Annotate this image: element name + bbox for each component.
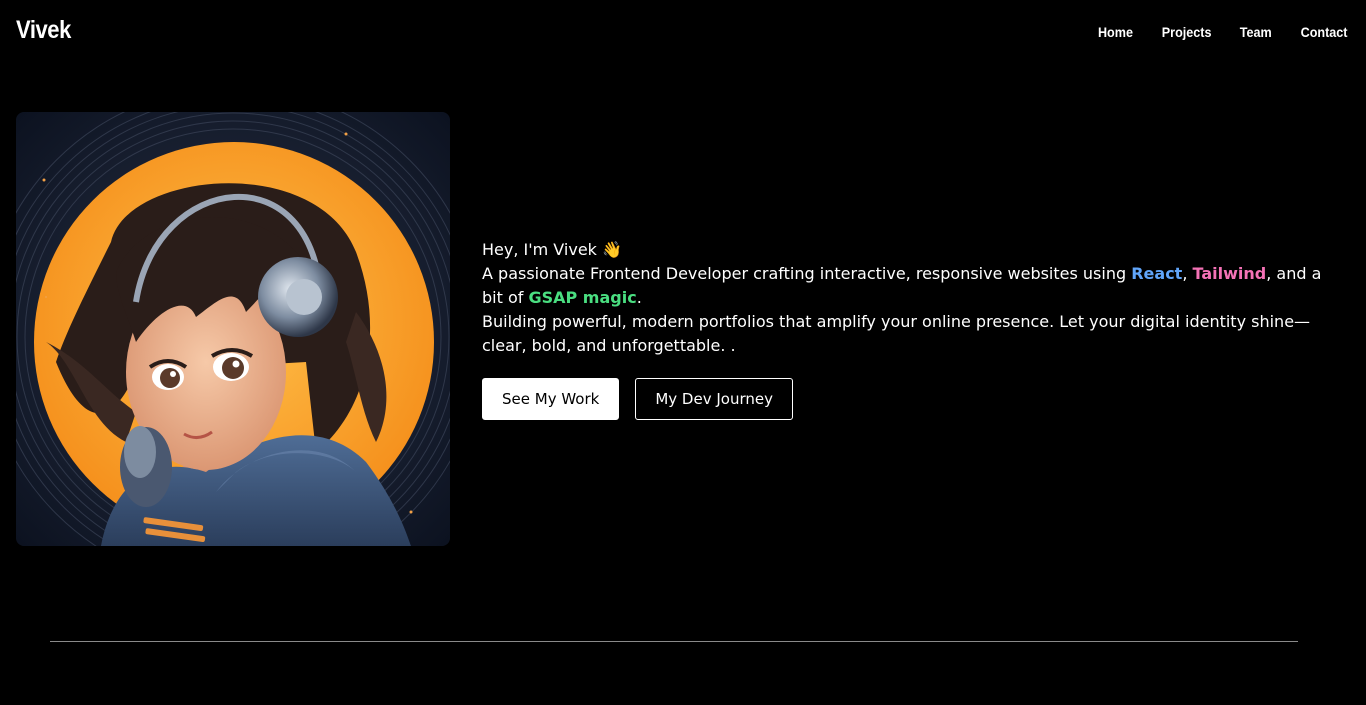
hero-intro-prefix: A passionate Frontend Developer crafting… xyxy=(482,264,1132,283)
hero-intro: A passionate Frontend Developer crafting… xyxy=(482,262,1342,310)
nav-projects-link[interactable]: Projects xyxy=(1162,24,1212,40)
nav-home-link[interactable]: Home xyxy=(1098,24,1133,40)
brand-logo[interactable]: Vivek xyxy=(16,16,71,45)
tech-gsap: GSAP magic xyxy=(528,288,637,307)
my-dev-journey-button[interactable]: My Dev Journey xyxy=(635,378,793,420)
hero-greeting: Hey, I'm Vivek 👋 xyxy=(482,240,622,259)
nav-team-link[interactable]: Team xyxy=(1240,24,1272,40)
nav-contact-link[interactable]: Contact xyxy=(1300,24,1347,40)
hero-avatar-image xyxy=(16,112,450,546)
hero-buttons: See My Work My Dev Journey xyxy=(482,378,793,420)
navbar: Vivek Home Projects Team Contact xyxy=(0,0,1366,66)
hero-intro-suffix: . xyxy=(636,288,642,307)
tech-react: React xyxy=(1131,264,1183,283)
nav-links: Home Projects Team Contact xyxy=(1096,24,1350,40)
section-divider xyxy=(50,641,1298,642)
hero-text: Hey, I'm Vivek 👋 A passionate Frontend D… xyxy=(482,238,1342,358)
see-my-work-button[interactable]: See My Work xyxy=(482,378,620,420)
hero-sep-1: , xyxy=(1182,264,1193,283)
tech-tailwind: Tailwind xyxy=(1192,264,1267,283)
hero-tagline: Building powerful, modern portfolios tha… xyxy=(482,312,1311,355)
